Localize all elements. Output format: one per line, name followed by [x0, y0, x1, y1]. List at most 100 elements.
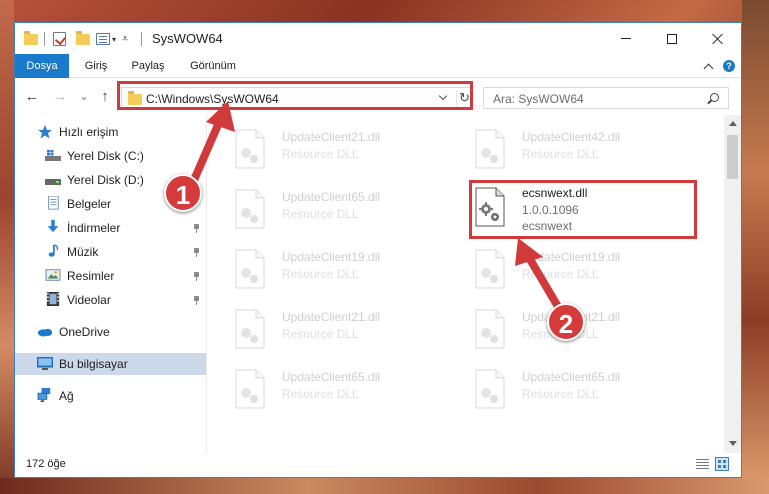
file-name: UpdateClient21.dll: [282, 130, 381, 144]
desktop-background-bottom: [0, 478, 769, 494]
details-view-icon[interactable]: [696, 458, 709, 470]
sidebar-item-pictures[interactable]: Resimler: [15, 265, 206, 287]
sidebar-item-videos[interactable]: Videolar: [15, 289, 206, 311]
tab-share[interactable]: Paylaş: [123, 54, 173, 78]
scroll-thumb[interactable]: [727, 135, 738, 179]
sidebar-item-this-pc[interactable]: Bu bilgisayar: [15, 353, 206, 375]
file-tile[interactable]: UpdateClient19.dll Resource DLL: [448, 241, 678, 297]
pin-icon: [193, 248, 200, 257]
sidebar-item-onedrive[interactable]: OneDrive: [15, 321, 206, 343]
dll-file-icon: [235, 129, 265, 169]
up-button[interactable]: ↑: [96, 88, 114, 106]
dll-file-icon: [235, 309, 265, 349]
documents-icon: [48, 196, 59, 210]
file-name: UpdateClient65.dll: [282, 190, 381, 204]
tab-file[interactable]: Dosya: [15, 54, 69, 78]
file-tile[interactable]: UpdateClient42.dll Resource DLL: [448, 121, 678, 177]
drive-icon: [45, 179, 61, 185]
sidebar-item-local-disk-c[interactable]: Yerel Disk (C:): [15, 145, 206, 167]
sidebar-item-label: Yerel Disk (D:): [67, 173, 144, 187]
file-description: Resource DLL: [282, 207, 359, 221]
sidebar-item-music[interactable]: Müzik: [15, 241, 206, 263]
sidebar-item-label: Hızlı erişim: [59, 125, 119, 139]
computer-icon: [37, 357, 53, 370]
sidebar-item-label: Müzik: [67, 245, 99, 259]
tab-home[interactable]: Giriş: [75, 54, 117, 78]
large-icons-view-icon[interactable]: [715, 457, 729, 471]
video-icon: [46, 292, 60, 306]
quick-access-dropdown-icon[interactable]: ▾: [112, 30, 116, 48]
collapse-ribbon-icon[interactable]: [703, 63, 714, 74]
file-description: Resource DLL: [282, 387, 359, 401]
dll-file-icon: [475, 129, 505, 169]
file-description: Resource DLL: [522, 147, 599, 161]
help-button[interactable]: ?: [723, 60, 735, 72]
search-input[interactable]: Ara: SysWOW64: [483, 87, 729, 109]
file-description: Resource DLL: [282, 327, 359, 341]
title-bar: ▾ ⩡ SysWOW64: [15, 23, 741, 54]
windows-drive-icon: [45, 150, 61, 161]
dll-file-icon: [475, 369, 505, 409]
file-name: UpdateClient65.dll: [522, 370, 621, 384]
ribbon-tabs: Dosya Giriş Paylaş Görünüm ?: [15, 54, 741, 78]
quick-access-separator: [44, 30, 45, 48]
file-name: UpdateClient42.dll: [522, 130, 621, 144]
sidebar-item-label: İndirmeler: [67, 221, 121, 235]
search-icon: [710, 93, 719, 102]
scroll-up-arrow-icon[interactable]: [729, 121, 737, 126]
new-folder-icon[interactable]: [76, 30, 90, 48]
navigation-pane: Hızlı erişim Yerel Disk (C:) Yerel Disk …: [15, 115, 207, 453]
sidebar-item-label: Videolar: [67, 293, 111, 307]
download-icon: [47, 220, 59, 233]
window-title: SysWOW64: [152, 31, 223, 46]
quick-access-folder-icon[interactable]: [24, 30, 38, 48]
file-tile[interactable]: UpdateClient19.dll Resource DLL: [208, 241, 438, 297]
file-tile[interactable]: UpdateClient65.dll Resource DLL: [208, 361, 438, 417]
step-2-badge: 2: [547, 303, 585, 341]
minimize-button[interactable]: [603, 23, 649, 54]
dll-file-icon: [475, 309, 505, 349]
address-bar-highlight: [117, 81, 473, 110]
pin-icon: [193, 224, 200, 233]
file-tile[interactable]: UpdateClient65.dll Resource DLL: [208, 181, 438, 237]
file-tile[interactable]: UpdateClient21.dll Resource DLL: [208, 121, 438, 177]
maximize-button[interactable]: [649, 23, 695, 54]
vertical-scrollbar[interactable]: [724, 115, 741, 453]
recent-locations-button[interactable]: ⌄: [75, 88, 93, 106]
file-tile[interactable]: UpdateClient65.dll Resource DLL: [448, 361, 678, 417]
dll-file-icon: [235, 369, 265, 409]
file-tile[interactable]: UpdateClient21.dll Resource DLL: [208, 301, 438, 357]
forward-button[interactable]: →: [51, 88, 69, 106]
properties-check-icon[interactable]: [53, 30, 66, 48]
file-description: Resource DLL: [282, 147, 359, 161]
dll-file-icon: [235, 249, 265, 289]
sidebar-item-label: Ağ: [59, 389, 74, 403]
cloud-icon: [37, 328, 53, 337]
sidebar-item-quick-access[interactable]: Hızlı erişim: [15, 121, 206, 143]
item-count: 172 öğe: [26, 458, 66, 470]
sidebar-item-network[interactable]: Ağ: [15, 385, 206, 407]
sidebar-item-label: Yerel Disk (C:): [67, 149, 144, 163]
sidebar-item-downloads[interactable]: İndirmeler: [15, 217, 206, 239]
sidebar-item-label: OneDrive: [59, 325, 110, 339]
dll-file-icon: [235, 189, 265, 229]
scroll-down-arrow-icon[interactable]: [729, 441, 737, 446]
dll-file-icon: [475, 249, 505, 289]
pin-icon: [193, 296, 200, 305]
file-name: UpdateClient19.dll: [282, 250, 381, 264]
back-button[interactable]: ←: [23, 88, 41, 106]
file-description: Resource DLL: [282, 267, 359, 281]
sidebar-item-label: Resimler: [67, 269, 115, 283]
close-button[interactable]: [695, 23, 741, 54]
title-separator: [141, 30, 142, 48]
file-description: Resource DLL: [522, 387, 599, 401]
search-placeholder: Ara: SysWOW64: [493, 92, 584, 106]
step-1-badge: 1: [164, 174, 202, 212]
desktop-background-right: [742, 0, 769, 494]
pictures-icon: [45, 269, 61, 281]
customize-toolbar-icon[interactable]: ⩡: [122, 30, 128, 48]
view-properties-icon[interactable]: [96, 30, 110, 48]
file-description: Resource DLL: [522, 267, 599, 281]
tab-view[interactable]: Görünüm: [181, 54, 245, 78]
file-name: UpdateClient65.dll: [282, 370, 381, 384]
